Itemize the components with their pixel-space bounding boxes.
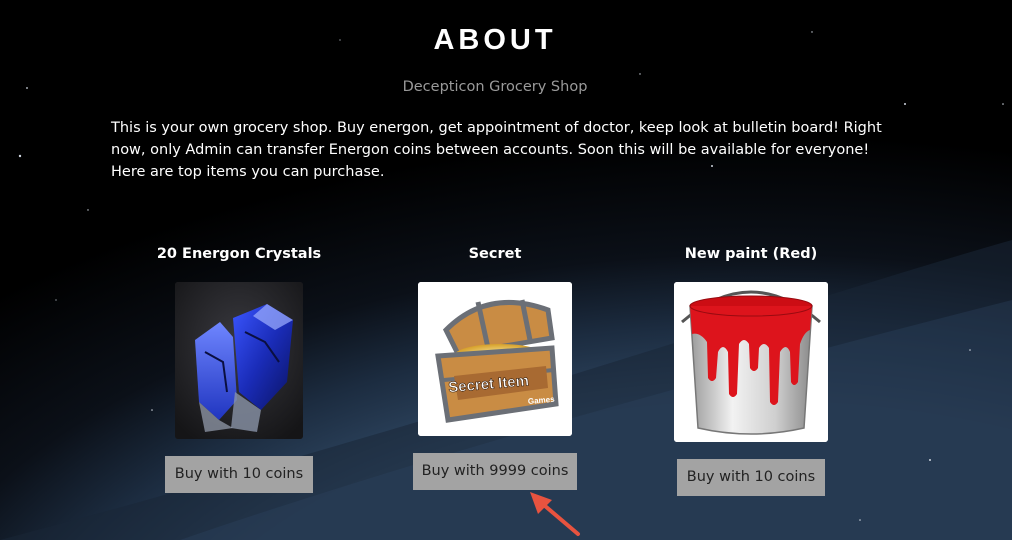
about-section: ABOUT Decepticon Grocery Shop This is yo…: [0, 0, 1012, 540]
product-name: Secret: [468, 246, 522, 262]
buy-energon-crystals-button[interactable]: Buy with 10 coins: [165, 456, 313, 493]
buy-secret-button[interactable]: Buy with 9999 coins: [413, 453, 577, 490]
treasure-chest-image: Secret Item Games: [418, 282, 572, 436]
red-paint-bucket-image: [674, 282, 828, 442]
product-name: 20 Energon Crystals: [156, 246, 322, 262]
product-card-red-paint: New paint (Red): [621, 246, 881, 266]
product-name: New paint (Red): [684, 246, 818, 262]
intro-paragraph: This is your own grocery shop. Buy energ…: [111, 120, 882, 180]
page-subtitle: Decepticon Grocery Shop: [402, 79, 588, 95]
product-card-secret: Secret: [365, 246, 625, 266]
buy-red-paint-button[interactable]: Buy with 10 coins: [677, 459, 825, 496]
product-card-energon-crystals: 20 Energon Crystals: [109, 246, 369, 266]
page-title: ABOUT: [433, 24, 557, 56]
annotation-arrow-icon: [530, 492, 580, 536]
blue-crystal-image: [175, 282, 303, 439]
